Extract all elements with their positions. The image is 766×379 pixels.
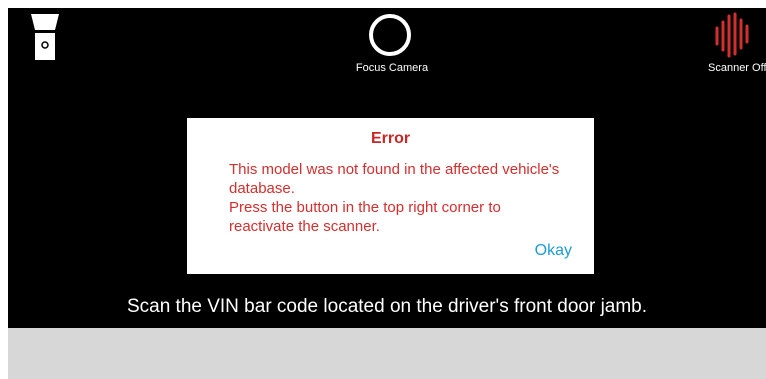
okay-button[interactable]: Okay [535,242,572,260]
sound-wave-icon [715,12,749,58]
focus-camera-button[interactable]: Focus Camera [337,8,447,78]
focus-camera-label: Focus Camera [355,62,429,74]
dialog-title: Error [370,130,411,147]
error-dialog: Error This model was not found in the af… [187,118,594,274]
scanner-status-label: Scanner Off [708,62,766,74]
scan-instruction-text: Scan the VIN bar code located on the dri… [126,296,648,317]
scanner-toggle-button[interactable]: Scanner Off [695,8,766,78]
app-screen: Focus Camera Scanner Off Scan the VIN ba… [0,0,766,379]
flashlight-icon [31,14,59,60]
focus-ring-icon [369,14,411,56]
bottom-panel [8,328,766,379]
dialog-message: This model was not found in the affected… [229,161,560,235]
flashlight-button[interactable] [28,12,62,62]
